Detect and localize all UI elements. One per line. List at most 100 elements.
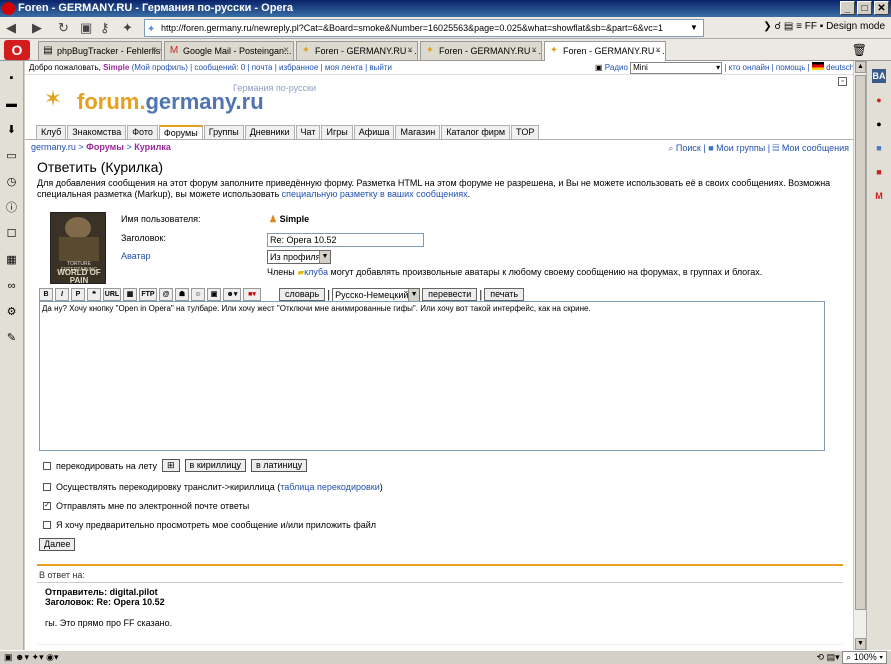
page-scrollbar[interactable]: ▲ ▼ [853,61,866,650]
close-button[interactable]: ✕ [874,1,889,15]
back-icon[interactable]: ◀ [6,20,16,36]
dictionary-button[interactable]: словарь [279,288,326,301]
people-icon[interactable]: ☺ [191,288,205,301]
zoom-control[interactable]: ⌕ 100% ▾ [842,651,887,664]
bold-button[interactable]: B [39,288,53,301]
language-link[interactable]: deutsch [826,63,853,72]
history-panel-icon[interactable]: ◷ [5,175,19,189]
message-body-textarea[interactable]: Да ну? Хочу кнопку "Open in Opera" на ту… [39,301,825,451]
translate-button[interactable]: перевести [422,288,478,301]
notes-panel-icon[interactable]: ▬ [5,97,19,111]
scroll-down-icon[interactable]: ▼ [855,638,866,650]
opera-menu-button[interactable]: O [4,40,30,60]
address-field[interactable]: ✦ http://foren.germany.ru/newreply.pl?Ca… [144,19,704,37]
keyboard-icon[interactable]: ⊞ [161,459,180,472]
scroll-up-icon[interactable]: ▲ [855,61,866,73]
search-link[interactable]: Поиск [676,143,701,153]
tab-close-icon[interactable]: × [407,42,413,60]
binoculars-icon[interactable]: ☌ [774,21,781,32]
tab-foren-2[interactable]: ✦ Foren - GERMANY.RU - ... × [420,41,542,60]
turbo-icon[interactable]: ✦▾ [32,652,44,662]
settings-panel-icon[interactable]: ⚙ [5,305,19,319]
tab-close-icon[interactable]: × [151,42,157,60]
gmail-panel-icon[interactable]: M [872,189,886,203]
ba-icon[interactable]: BA [872,69,886,83]
downloads-panel-icon[interactable]: ⬇ [5,123,19,137]
my-groups-link[interactable]: Мои группы [716,143,765,153]
markup-help-link[interactable]: специальную разметку в ваших сообщениях [282,189,468,199]
menu-groups[interactable]: Группы [203,125,244,140]
unite-panel-icon[interactable]: ∞ [5,279,19,293]
mini-select[interactable]: Mini [630,61,723,74]
go-icon[interactable]: ❯ [763,21,771,32]
widget-icon[interactable]: ■ [872,141,886,155]
online-help-links[interactable]: | кто онлайн | помощь | [724,63,809,72]
breadcrumb-forums[interactable]: Форумы [86,142,124,152]
to-latin-button[interactable]: в латиницу [251,459,308,472]
at-icon[interactable]: @ [159,288,173,301]
dark-circle-icon[interactable]: ● [872,117,886,131]
next-button[interactable]: Далее [39,538,76,551]
bookmark-icon[interactable]: ■ [872,165,886,179]
avatar-select[interactable]: Из профиля ▼ [267,250,331,264]
design-mode-icon[interactable]: ▪ [820,21,824,32]
trash-icon[interactable]: 🗑 [852,43,867,57]
tab-close-icon[interactable]: × [531,42,537,60]
address-dropdown-icon[interactable]: ▼ [690,23,698,32]
widgets-panel-icon[interactable]: ▦ [5,253,19,267]
ie-icon[interactable]: ≡ [796,21,802,32]
tab-gmail[interactable]: M Google Mail - Posteingan... × [164,41,294,60]
menu-blogs[interactable]: Дневники [244,125,295,140]
ftp-button[interactable]: FTP [139,288,157,301]
page-view-icon[interactable]: ▤▾ [827,652,840,662]
italic-button[interactable]: I [55,288,69,301]
bookmarks-panel-icon[interactable]: ▪ [5,71,19,85]
home-icon[interactable]: ▣ [80,20,92,36]
forward-icon[interactable]: ▶ [32,20,42,36]
avatar-label-link[interactable]: Аватар [121,251,151,261]
reload-icon[interactable]: ↻ [58,20,69,36]
subject-input[interactable]: Re: Opera 10.52 [267,233,424,247]
info-panel-icon[interactable]: ⓘ [5,201,19,215]
unite-icon[interactable]: ☻▾ [15,652,29,662]
menu-club[interactable]: Клуб [36,125,67,140]
photo-icon[interactable]: ▣ [207,288,221,301]
design-mode-label[interactable]: Design mode [826,21,885,32]
translit-table-link[interactable]: таблица перекодировки [280,482,380,492]
windows-panel-icon[interactable]: ▭ [5,149,19,163]
image-icon[interactable]: ▦ [123,288,137,301]
ff-label[interactable]: FF [805,21,817,32]
menu-photo[interactable]: Фото [127,125,158,140]
menu-catalog[interactable]: Каталог фирм [441,125,511,140]
menu-events[interactable]: Афиша [353,125,395,140]
to-cyrillic-button[interactable]: в кириллицу [184,459,246,472]
tab-close-icon[interactable]: × [283,42,289,60]
menu-dating[interactable]: Знакомства [67,125,127,140]
menu-forums[interactable]: Форумы [158,125,203,140]
panel-toggle-icon[interactable]: ▣ [4,652,13,662]
user-link[interactable]: Simple [103,63,129,72]
view-icon[interactable]: ◉▾ [46,652,58,662]
menu-games[interactable]: Игры [321,125,353,140]
user-links[interactable]: (Мой профиль) | сообщений: 0 | почта | и… [132,63,392,72]
wand-icon[interactable]: ✦ [122,20,133,36]
key-icon[interactable]: ⚷ [100,20,110,36]
smiley-icon[interactable]: ☻▾ [223,288,241,301]
url-button[interactable]: URL [103,288,121,301]
my-messages-link[interactable]: Мои сообщения [782,143,849,153]
site-logo[interactable]: ✶ Германия по-русски forum.germany.ru [33,83,333,119]
language-select[interactable]: Русско-Немецкий ▼ [332,287,421,302]
club-link[interactable]: клуба [304,267,328,277]
menu-shop[interactable]: Магазин [395,125,441,140]
menu-top[interactable]: TOP [511,125,540,140]
quote-icon[interactable]: ❝ [87,288,101,301]
maximize-button[interactable]: □ [857,1,872,15]
email-checkbox[interactable]: ✓ [43,502,51,510]
radio-link[interactable]: Радио [605,63,628,72]
paragraph-button[interactable]: P [71,288,85,301]
tab-close-icon[interactable]: × [655,42,661,60]
links-panel-icon[interactable]: ☐ [5,227,19,241]
sync-icon[interactable]: ⟲ [817,652,825,662]
print-button[interactable]: печать [484,288,525,301]
tab-phpbugtracker[interactable]: ▤ phpBugTracker - Fehlerliste × [38,41,162,60]
